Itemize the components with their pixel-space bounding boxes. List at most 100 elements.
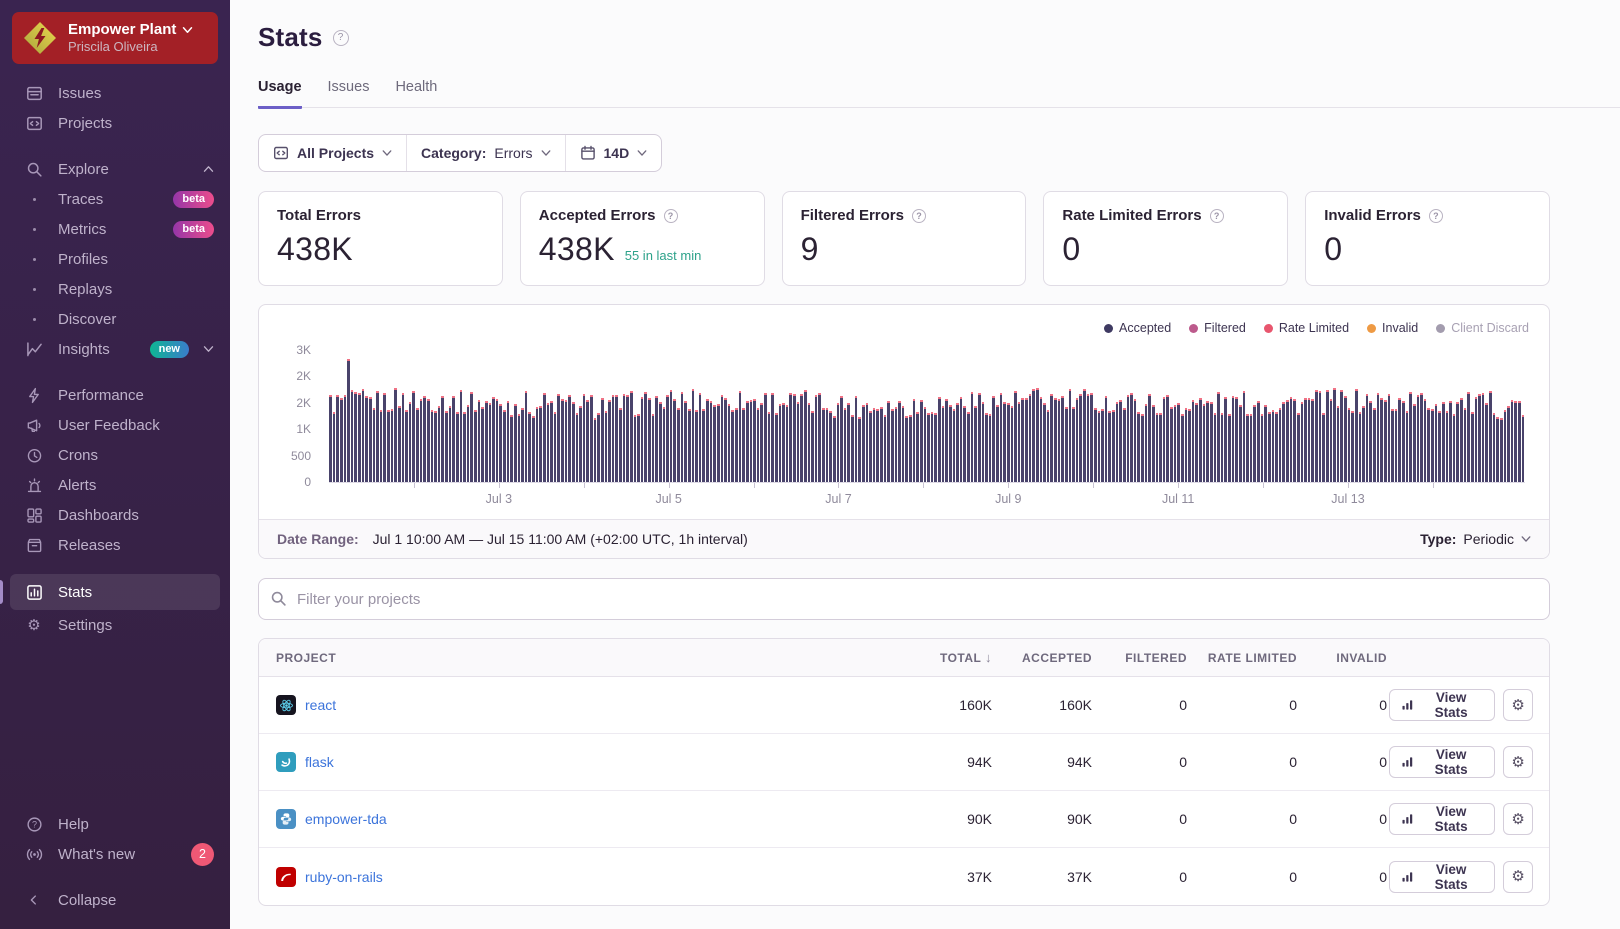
stat-card-title: Accepted Errors bbox=[539, 207, 656, 224]
sidebar-item-user-feedback[interactable]: User Feedback bbox=[0, 410, 230, 440]
cell-invalid: 0 bbox=[1299, 811, 1389, 827]
gear-icon: ⚙ bbox=[1511, 812, 1524, 827]
project-filter-dropdown[interactable]: All Projects bbox=[259, 135, 406, 171]
sidebar-item-releases[interactable]: Releases bbox=[0, 530, 230, 560]
table-row: react 160K 160K 0 0 0 View Stats ⚙ bbox=[259, 677, 1549, 734]
gear-icon: ⚙ bbox=[24, 618, 44, 633]
type-value: Periodic bbox=[1463, 531, 1514, 547]
column-header-project[interactable]: PROJECT bbox=[259, 651, 874, 665]
help-circle-icon[interactable] bbox=[333, 30, 349, 46]
bar-chart-icon bbox=[1402, 756, 1413, 768]
search-input[interactable] bbox=[258, 578, 1550, 620]
sidebar-item-explore[interactable]: Explore bbox=[0, 154, 230, 184]
type-dropdown[interactable]: Type: Periodic bbox=[1420, 531, 1531, 547]
project-settings-button[interactable]: ⚙ bbox=[1503, 689, 1533, 721]
sidebar-item-label: Stats bbox=[58, 584, 92, 601]
view-stats-button[interactable]: View Stats bbox=[1389, 689, 1495, 721]
react-platform-icon bbox=[276, 695, 296, 715]
help-circle-icon[interactable] bbox=[1429, 209, 1443, 223]
flask-platform-icon bbox=[276, 752, 296, 772]
legend-item-filtered[interactable]: Filtered bbox=[1189, 321, 1246, 335]
project-settings-button[interactable]: ⚙ bbox=[1503, 746, 1533, 778]
sidebar-item-performance[interactable]: Performance bbox=[0, 380, 230, 410]
sidebar-item-projects[interactable]: Projects bbox=[0, 108, 230, 138]
stat-card-value: 0 bbox=[1062, 231, 1080, 268]
view-stats-button[interactable]: View Stats bbox=[1389, 861, 1495, 893]
sidebar-nav: Issues Projects Explore Traces beta Metr… bbox=[0, 78, 230, 640]
category-filter-dropdown[interactable]: Category: Errors bbox=[406, 135, 564, 171]
sidebar-item-issues[interactable]: Issues bbox=[0, 78, 230, 108]
legend-item-client-discard[interactable]: Client Discard bbox=[1436, 321, 1529, 335]
sidebar-item-replays[interactable]: Replays bbox=[0, 274, 230, 304]
legend-label: Filtered bbox=[1204, 321, 1246, 335]
chevron-down-icon bbox=[182, 26, 193, 34]
sidebar-item-discover[interactable]: Discover bbox=[0, 304, 230, 334]
sidebar-item-stats[interactable]: Stats bbox=[10, 574, 220, 610]
project-link[interactable]: react bbox=[305, 697, 336, 713]
view-stats-button[interactable]: View Stats bbox=[1389, 803, 1495, 835]
chart-footer: Date Range: Jul 1 10:00 AM — Jul 15 11:0… bbox=[259, 519, 1549, 558]
sidebar-item-label: Dashboards bbox=[58, 507, 139, 524]
sidebar-item-whats-new[interactable]: What's new 2 bbox=[0, 839, 230, 869]
sidebar-item-settings[interactable]: ⚙ Settings bbox=[0, 610, 230, 640]
table-row: flask 94K 94K 0 0 0 View Stats ⚙ bbox=[259, 734, 1549, 791]
sidebar-item-metrics[interactable]: Metrics beta bbox=[0, 214, 230, 244]
stat-card-filtered-errors: Filtered Errors 9 bbox=[782, 191, 1027, 286]
project-link[interactable]: flask bbox=[305, 754, 334, 770]
tab-health[interactable]: Health bbox=[395, 79, 437, 107]
column-header-accepted[interactable]: ACCEPTED bbox=[994, 651, 1094, 665]
sidebar-item-label: Insights bbox=[58, 341, 110, 358]
cell-accepted: 94K bbox=[994, 754, 1094, 770]
type-label: Type: bbox=[1420, 531, 1456, 547]
org-switcher[interactable]: Empower Plant Priscila Oliveira bbox=[12, 12, 218, 64]
legend-label: Invalid bbox=[1382, 321, 1418, 335]
cell-accepted: 37K bbox=[994, 869, 1094, 885]
legend-dot bbox=[1264, 324, 1273, 333]
column-header-invalid[interactable]: INVALID bbox=[1299, 651, 1389, 665]
sidebar-item-alerts[interactable]: Alerts bbox=[0, 470, 230, 500]
project-link[interactable]: ruby-on-rails bbox=[305, 869, 383, 885]
sidebar-item-profiles[interactable]: Profiles bbox=[0, 244, 230, 274]
column-header-filtered[interactable]: FILTERED bbox=[1094, 651, 1189, 665]
bullet-icon bbox=[24, 228, 44, 231]
help-circle-icon[interactable] bbox=[912, 209, 926, 223]
chevron-down-icon bbox=[1521, 535, 1531, 543]
tab-usage[interactable]: Usage bbox=[258, 79, 302, 109]
stat-card-title: Filtered Errors bbox=[801, 207, 904, 224]
cell-accepted: 90K bbox=[994, 811, 1094, 827]
legend-item-rate-limited[interactable]: Rate Limited bbox=[1264, 321, 1349, 335]
date-range-value: 14D bbox=[604, 145, 630, 161]
sidebar-item-dashboards[interactable]: Dashboards bbox=[0, 500, 230, 530]
view-stats-button[interactable]: View Stats bbox=[1389, 746, 1495, 778]
sidebar-item-insights[interactable]: Insights new bbox=[0, 334, 230, 364]
date-range-dropdown[interactable]: 14D bbox=[565, 135, 662, 171]
sidebar-item-help[interactable]: ? Help bbox=[0, 809, 230, 839]
sidebar-item-label: Releases bbox=[58, 537, 121, 554]
chevron-left-icon bbox=[24, 893, 44, 907]
sidebar-item-traces[interactable]: Traces beta bbox=[0, 184, 230, 214]
column-header-rate-limited[interactable]: RATE LIMITED bbox=[1189, 651, 1299, 665]
sidebar-item-label: Explore bbox=[58, 161, 109, 178]
calendar-icon bbox=[580, 145, 596, 161]
legend-item-accepted[interactable]: Accepted bbox=[1104, 321, 1171, 335]
help-circle-icon[interactable] bbox=[664, 209, 678, 223]
legend-label: Rate Limited bbox=[1279, 321, 1349, 335]
new-badge: new bbox=[150, 341, 189, 358]
project-link[interactable]: empower-tda bbox=[305, 811, 387, 827]
bar-chart-icon bbox=[1402, 813, 1413, 825]
help-circle-icon[interactable] bbox=[1210, 209, 1224, 223]
project-settings-button[interactable]: ⚙ bbox=[1503, 803, 1533, 835]
project-settings-button[interactable]: ⚙ bbox=[1503, 861, 1533, 893]
tab-issues[interactable]: Issues bbox=[328, 79, 370, 107]
stat-card-note: 55 in last min bbox=[625, 248, 702, 263]
legend-item-invalid[interactable]: Invalid bbox=[1367, 321, 1418, 335]
column-header-total[interactable]: TOTAL ↓ bbox=[874, 650, 994, 665]
sidebar-item-crons[interactable]: Crons bbox=[0, 440, 230, 470]
sidebar-item-collapse[interactable]: Collapse bbox=[0, 885, 230, 915]
search-icon bbox=[270, 590, 287, 607]
table-row: ruby-on-rails 37K 37K 0 0 0 View Stats ⚙ bbox=[259, 848, 1549, 905]
category-filter-value: Errors bbox=[494, 145, 532, 161]
cell-total: 37K bbox=[874, 869, 994, 885]
app-root: Empower Plant Priscila Oliveira Issues P… bbox=[0, 0, 1620, 929]
stat-card-title: Invalid Errors bbox=[1324, 207, 1421, 224]
